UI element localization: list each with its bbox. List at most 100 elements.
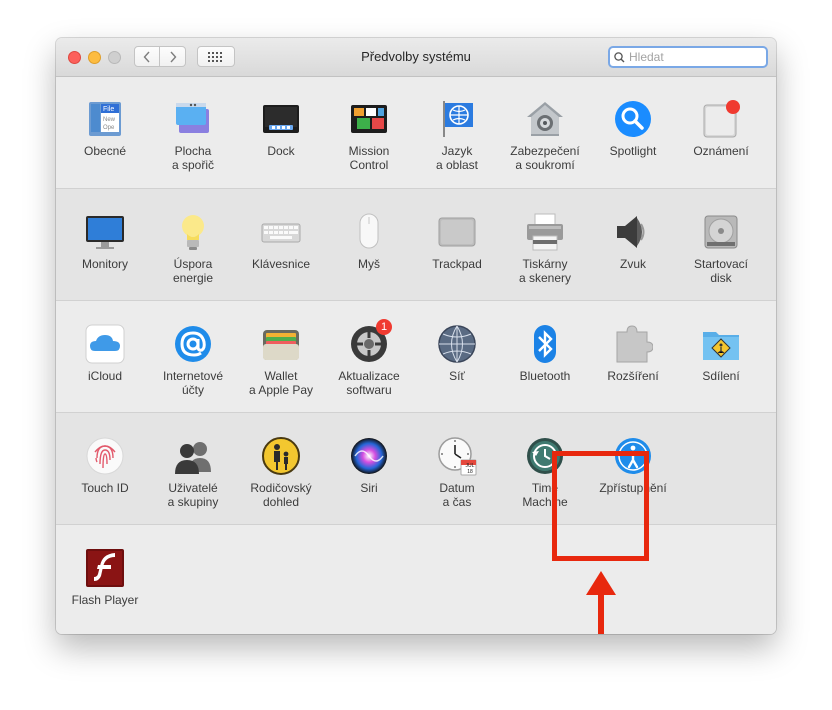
pref-pane-label: Klávesnice (251, 257, 311, 271)
pref-pane-energy-saver[interactable]: Úspora energie (149, 189, 237, 300)
pref-pane-flash-player[interactable]: Flash Player (61, 525, 149, 634)
pref-pane-bluetooth[interactable]: Bluetooth (501, 301, 589, 412)
pref-pane-label: Oznámení (693, 144, 749, 158)
pref-pane-parental-controls[interactable]: Rodičovský dohled (237, 413, 325, 524)
pref-pane-label: Bluetooth (519, 369, 571, 383)
pref-pane-siri[interactable]: Siri (325, 413, 413, 524)
pref-pane-network[interactable]: Síť (413, 301, 501, 412)
pref-pane-software-update[interactable]: 1 Aktualizace softwaru (325, 301, 413, 412)
printer-icon (524, 211, 566, 253)
grid-icon (208, 51, 222, 62)
pref-pane-label: Monitory (81, 257, 128, 271)
zoom-button[interactable] (108, 51, 121, 64)
pref-pane-keyboard[interactable]: Klávesnice (237, 189, 325, 300)
pref-pane-touch-id[interactable]: Touch ID (61, 413, 149, 524)
pref-pane-label: Touch ID (81, 481, 129, 495)
system-preferences-window: Předvolby systému File New Ope Obecné Plocha… (56, 38, 776, 634)
general-icon: File New Ope (84, 98, 126, 140)
show-all-button[interactable] (197, 46, 235, 67)
pref-pane-label: Startovací disk (693, 257, 749, 285)
parental-icon (260, 435, 302, 477)
pref-pane-sound[interactable]: Zvuk (589, 189, 677, 300)
pref-pane-label: Plocha a spořič (171, 144, 215, 172)
pref-pane-displays[interactable]: Monitory (61, 189, 149, 300)
notifications-icon (700, 98, 742, 140)
speaker-icon (612, 211, 654, 253)
pane-row: Monitory Úspora energie Klávesnice Myš Track… (56, 188, 776, 300)
pref-pane-wallet-apple-pay[interactable]: Wallet a Apple Pay (237, 301, 325, 412)
pref-pane-label: Flash Player (71, 593, 139, 607)
pref-pane-printers-scanners[interactable]: Tiskárny a skenery (501, 189, 589, 300)
svg-text:File: File (103, 106, 114, 113)
flash-icon (84, 547, 126, 589)
pref-pane-date-time[interactable]: JUL 18 Datum a čas (413, 413, 501, 524)
pref-pane-label: Wallet a Apple Pay (248, 369, 314, 397)
pref-pane-startup-disk[interactable]: Startovací disk (677, 189, 765, 300)
pref-pane-label: Tiskárny a skenery (518, 257, 572, 285)
back-button[interactable] (134, 46, 160, 67)
pref-pane-label: Trackpad (432, 257, 482, 271)
pref-pane-label: Myš (358, 257, 380, 271)
pref-pane-mouse[interactable]: Myš (325, 189, 413, 300)
fingerprint-icon (84, 435, 126, 477)
red-arrow-annotation (586, 571, 616, 634)
bluetooth-icon (524, 323, 566, 365)
time-machine-highlight-box (552, 451, 649, 561)
cloud-icon (84, 323, 126, 365)
pref-pane-label: Siri (360, 481, 378, 495)
pref-pane-label: Internetové účty (162, 369, 224, 397)
pane-row: Flash Player (56, 524, 776, 634)
network-globe-icon (436, 323, 478, 365)
pref-pane-label: Mission Control (348, 144, 390, 172)
spotlight-icon (612, 98, 654, 140)
pref-pane-sharing[interactable]: Sdílení (677, 301, 765, 412)
trackpad-icon (436, 211, 478, 253)
puzzle-icon (612, 323, 654, 365)
pref-pane-trackpad[interactable]: Trackpad (413, 189, 501, 300)
pref-pane-label: Zabezpečení a soukromí (510, 144, 580, 172)
globe-flag-icon (436, 98, 478, 140)
gear-icon: 1 (348, 319, 392, 365)
pref-pane-internet-accounts[interactable]: Internetové účty (149, 301, 237, 412)
pref-pane-security-privacy[interactable]: Zabezpečení a soukromí (501, 76, 589, 188)
pref-pane-extensions[interactable]: Rozšíření (589, 301, 677, 412)
pref-pane-label: Aktualizace softwaru (338, 369, 400, 397)
pref-pane-label: Jazyk a oblast (435, 144, 479, 172)
pane-row: iCloud Internetové účty Wallet a Apple Pay… (56, 300, 776, 412)
search-input[interactable] (625, 50, 759, 64)
pref-pane-desktop-screensaver[interactable]: Plocha a spořič (149, 76, 237, 188)
pref-pane-mission-control[interactable]: Mission Control (325, 76, 413, 188)
pref-pane-label: Zvuk (619, 257, 646, 271)
pref-pane-language-region[interactable]: Jazyk a oblast (413, 76, 501, 188)
pref-pane-notifications[interactable]: Oznámení (677, 76, 765, 188)
pane-row: Touch ID Uživatelé a skupiny Rodičovský do… (56, 412, 776, 524)
pref-pane-users-groups[interactable]: Uživatelé a skupiny (149, 413, 237, 524)
chevron-left-icon (143, 51, 150, 62)
pref-pane-label: Sdílení (702, 369, 740, 383)
pref-pane-spotlight[interactable]: Spotlight (589, 76, 677, 188)
pref-pane-label: Dock (267, 144, 295, 158)
chevron-right-icon (169, 51, 176, 62)
house-lock-icon (524, 98, 566, 140)
at-sign-icon (172, 323, 214, 365)
pref-pane-label: Síť (449, 369, 465, 383)
pref-pane-label: iCloud (87, 369, 123, 383)
dock-icon (260, 98, 302, 140)
pref-pane-label: Uživatelé a skupiny (167, 481, 219, 509)
search-field[interactable] (608, 46, 768, 68)
minimize-button[interactable] (88, 51, 101, 64)
window-title: Předvolby systému (361, 49, 471, 64)
users-icon (172, 435, 214, 477)
search-icon (614, 51, 625, 62)
forward-button[interactable] (160, 46, 186, 67)
pref-pane-label: Spotlight (609, 144, 657, 158)
desktop-icon (172, 98, 214, 140)
pref-pane-icloud[interactable]: iCloud (61, 301, 149, 412)
monitor-icon (84, 211, 126, 253)
update-count-badge: 1 (376, 319, 392, 335)
close-button[interactable] (68, 51, 81, 64)
svg-text:New: New (103, 117, 116, 123)
pref-pane-general[interactable]: File New Ope Obecné (61, 76, 149, 188)
pref-pane-dock[interactable]: Dock (237, 76, 325, 188)
pane-row: File New Ope Obecné Plocha a spořič Dock Missi… (56, 76, 776, 188)
